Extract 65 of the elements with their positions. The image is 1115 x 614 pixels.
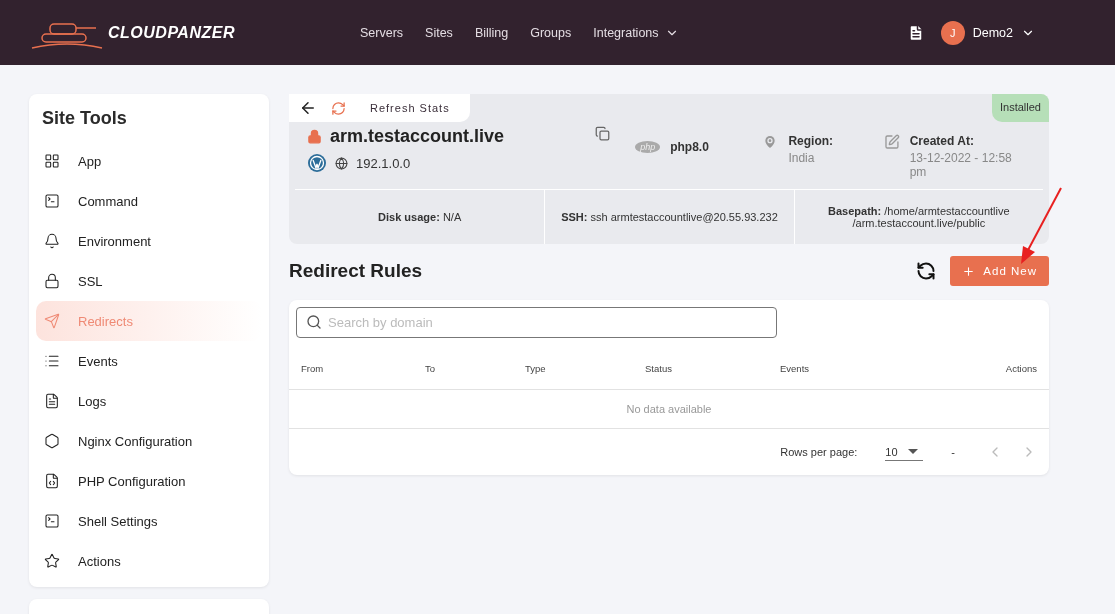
column-header: Type — [525, 363, 547, 374]
back-button[interactable] — [299, 99, 317, 117]
refresh-icon[interactable] — [331, 100, 346, 116]
search-field[interactable]: Search by domain — [296, 307, 777, 338]
sidebar-item[interactable]: Shell Settings — [36, 501, 262, 541]
nav-link[interactable]: Sites — [425, 25, 453, 40]
column-header: Actions — [1004, 363, 1037, 374]
sidebar-item-icon — [44, 193, 60, 209]
nav-link[interactable]: Billing — [474, 25, 509, 40]
sidebar-item[interactable]: Nginx Configuration — [36, 421, 262, 461]
nav-link[interactable]: Integrations — [593, 25, 679, 40]
sidebar-item-icon — [44, 153, 60, 169]
lock-icon — [307, 129, 322, 144]
empty-message: No data available — [626, 403, 712, 415]
sidebar-item[interactable]: App — [36, 141, 262, 181]
sidebar-item-icon — [44, 273, 60, 289]
created-value: 13-12-2022 - 12:58 pm — [909, 151, 1013, 179]
logo-text: CLOUDPANZER — [108, 23, 235, 42]
created-label: Created At: — [909, 134, 975, 148]
column-header: Status — [645, 363, 673, 374]
section-title: Redirect Rules — [289, 260, 423, 282]
sidebar-title: Site Tools — [41, 108, 128, 130]
rows-per-page-label: Rows per page: — [780, 446, 858, 458]
stat-text: SSH: ssh armtestaccountlive@20.55.93.232 — [544, 190, 794, 244]
sidebar-item-icon — [44, 353, 60, 369]
dropdown-triangle-icon — [907, 448, 918, 455]
sidebar-item[interactable]: Events — [36, 341, 262, 381]
sidebar-item-icon — [44, 313, 60, 329]
sidebar-item[interactable]: PHP Configuration — [36, 461, 262, 501]
refresh-stats-button[interactable]: Refresh Stats — [370, 102, 450, 114]
sidebar-item-icon — [44, 433, 60, 449]
php-version: php8.0 — [670, 140, 709, 154]
sidebar-item[interactable]: Actions — [36, 541, 262, 581]
sidebar-item[interactable]: Environment — [36, 221, 262, 261]
stat-text: Basepath: /home/armtestaccountlive /arm.testaccount.live/public — [793, 190, 1043, 244]
search-icon — [306, 314, 322, 330]
region-label: Region: — [788, 134, 834, 148]
column-header: Events — [780, 363, 811, 374]
user-name[interactable]: Demo2 — [972, 25, 1013, 40]
sidebar-item[interactable]: Logs — [36, 381, 262, 421]
sidebar-item-icon — [44, 553, 60, 569]
globe-icon — [335, 156, 348, 170]
region-value: India — [788, 151, 816, 165]
sidebar-item-icon — [44, 393, 60, 409]
refresh-button[interactable] — [916, 261, 937, 281]
sidebar-item-icon — [44, 233, 60, 249]
status-badge: Installed — [992, 94, 1049, 122]
nav-link[interactable]: Servers — [360, 25, 404, 40]
edit-icon — [883, 134, 900, 150]
site-domain: arm.testaccount.live — [330, 126, 505, 147]
ip-address: 192.1.0.0 — [356, 155, 411, 171]
sidebar-item-icon — [44, 473, 60, 489]
copy-icon[interactable] — [595, 126, 611, 141]
column-header: From — [301, 363, 325, 374]
sidebar-item[interactable]: SSL — [36, 261, 262, 301]
rows-per-page-select[interactable]: 10 — [885, 443, 924, 461]
php-logo: php — [635, 141, 661, 153]
wordpress-icon — [307, 153, 327, 173]
nav-link[interactable]: Groups — [530, 25, 572, 40]
stat-text: Disk usage: N/A — [377, 210, 463, 225]
sidebar-item[interactable]: Command — [36, 181, 262, 221]
column-header: To — [425, 363, 437, 374]
sidebar-item-icon — [44, 513, 60, 529]
plus-icon — [962, 264, 976, 278]
page-range: - — [951, 446, 955, 458]
